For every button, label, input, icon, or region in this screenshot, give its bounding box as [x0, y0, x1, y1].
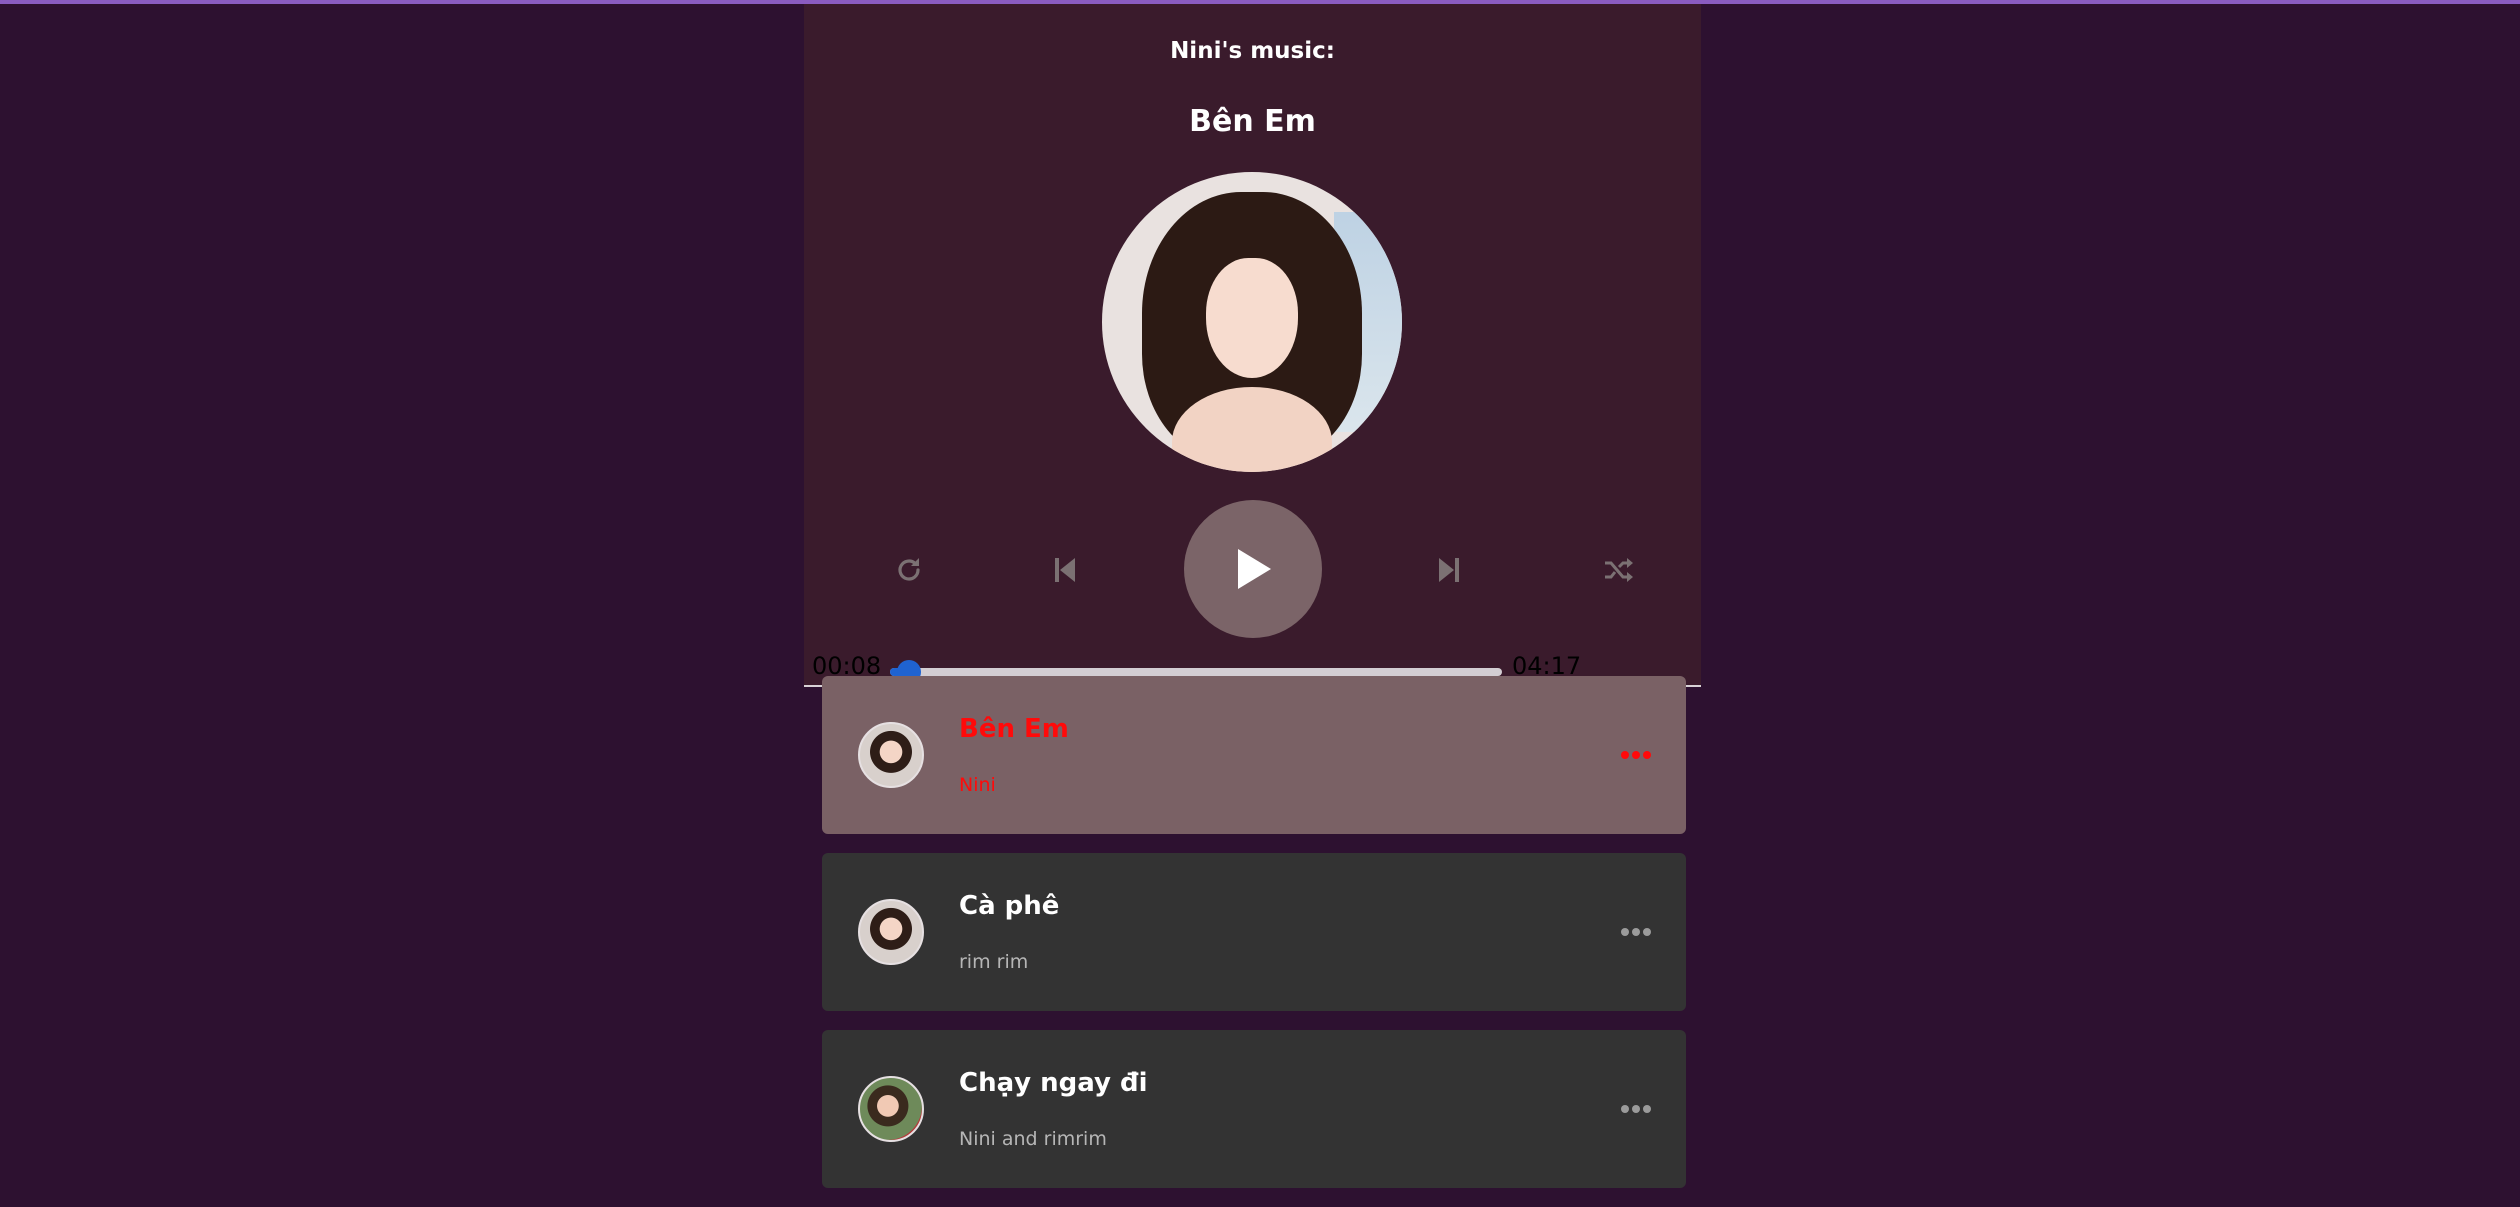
playlist-item-chay-ngay-di[interactable]: Chạy ngay đi Nini and rimrim: [822, 1030, 1686, 1188]
song-thumbnail: [858, 899, 924, 965]
skip-forward-icon: [1439, 558, 1459, 582]
current-song-title: Bên Em: [1189, 104, 1316, 139]
more-dot: [1632, 751, 1640, 759]
song-title: Cà phê: [959, 891, 1060, 921]
album-art-cd: [1102, 172, 1402, 472]
player-controls: [804, 500, 1701, 640]
repeat-button[interactable]: [874, 500, 944, 640]
repeat-icon: [898, 558, 920, 581]
song-thumbnail: [858, 722, 924, 788]
player-dashboard: Nini's music: Bên Em 00:08 04:17: [804, 4, 1701, 687]
more-dot: [1632, 928, 1640, 936]
song-artist: Nini: [959, 774, 996, 796]
play-icon: [1238, 549, 1271, 589]
song-thumbnail: [858, 1076, 924, 1142]
next-button[interactable]: [1424, 500, 1474, 640]
song-artist: rim rim: [959, 951, 1029, 973]
more-dot: [1643, 751, 1651, 759]
more-options-icon[interactable]: [1614, 742, 1658, 768]
more-dot: [1632, 1105, 1640, 1113]
shuffle-icon: [1605, 558, 1633, 582]
play-button[interactable]: [1184, 500, 1322, 638]
progress-slider[interactable]: [890, 660, 1502, 684]
more-dot: [1643, 1105, 1651, 1113]
playlist-item-ca-phe[interactable]: Cà phê rim rim: [822, 853, 1686, 1011]
skip-back-icon: [1055, 558, 1075, 582]
random-button[interactable]: [1584, 500, 1654, 640]
more-dot: [1643, 928, 1651, 936]
more-dot: [1621, 751, 1629, 759]
song-title: Bên Em: [959, 714, 1069, 744]
playlist: Bên Em Nini Cà phê rim rim Chạy ngay đi …: [822, 676, 1686, 1207]
header-label: Nini's music:: [1170, 38, 1335, 64]
album-art-face: [1206, 258, 1298, 378]
playlist-item-ben-em[interactable]: Bên Em Nini: [822, 676, 1686, 834]
more-options-icon[interactable]: [1614, 1096, 1658, 1122]
prev-button[interactable]: [1040, 500, 1090, 640]
more-dot: [1621, 928, 1629, 936]
more-options-icon[interactable]: [1614, 919, 1658, 945]
song-artist: Nini and rimrim: [959, 1128, 1107, 1150]
more-dot: [1621, 1105, 1629, 1113]
song-title: Chạy ngay đi: [959, 1068, 1148, 1098]
